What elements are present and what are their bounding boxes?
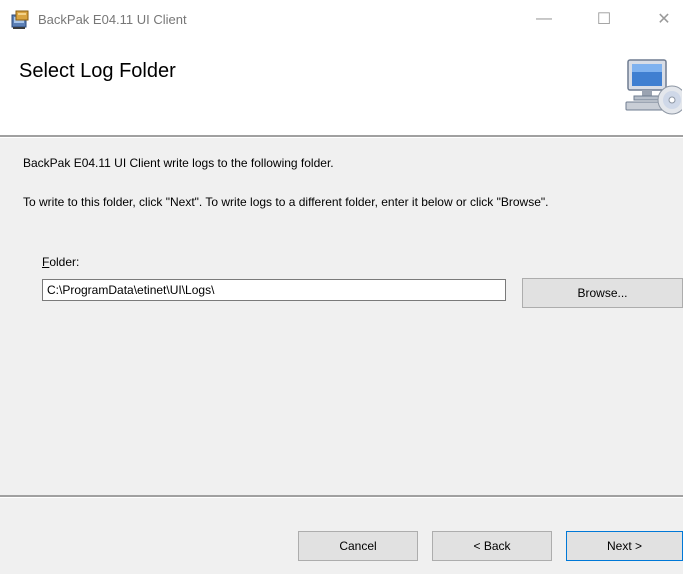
wizard-content: BackPak E04.11 UI Client write logs to t… [0, 138, 683, 495]
wizard-header: Select Log Folder [0, 40, 683, 135]
close-button[interactable]: ✕ [644, 4, 683, 34]
title-bar: BackPak E04.11 UI Client — ☐ ✕ [0, 0, 683, 40]
browse-button[interactable]: Browse... [522, 278, 683, 308]
page-title: Select Log Folder [19, 60, 176, 82]
next-button[interactable]: Next > [566, 531, 683, 561]
maximize-button[interactable]: ☐ [584, 4, 624, 34]
instructions-text: To write to this folder, click "Next". T… [23, 195, 549, 209]
installer-icon [11, 10, 29, 29]
back-button[interactable]: < Back [432, 531, 552, 561]
description-text: BackPak E04.11 UI Client write logs to t… [23, 156, 334, 170]
folder-label-text: older: [49, 255, 80, 269]
wizard-footer: Cancel < Back Next > [0, 498, 683, 574]
minimize-button[interactable]: — [524, 4, 564, 34]
computer-disc-icon [625, 59, 682, 115]
folder-path-input[interactable] [42, 279, 506, 301]
cancel-button[interactable]: Cancel [298, 531, 418, 561]
window-title: BackPak E04.11 UI Client [38, 12, 187, 27]
folder-label: Folder: [42, 255, 79, 269]
